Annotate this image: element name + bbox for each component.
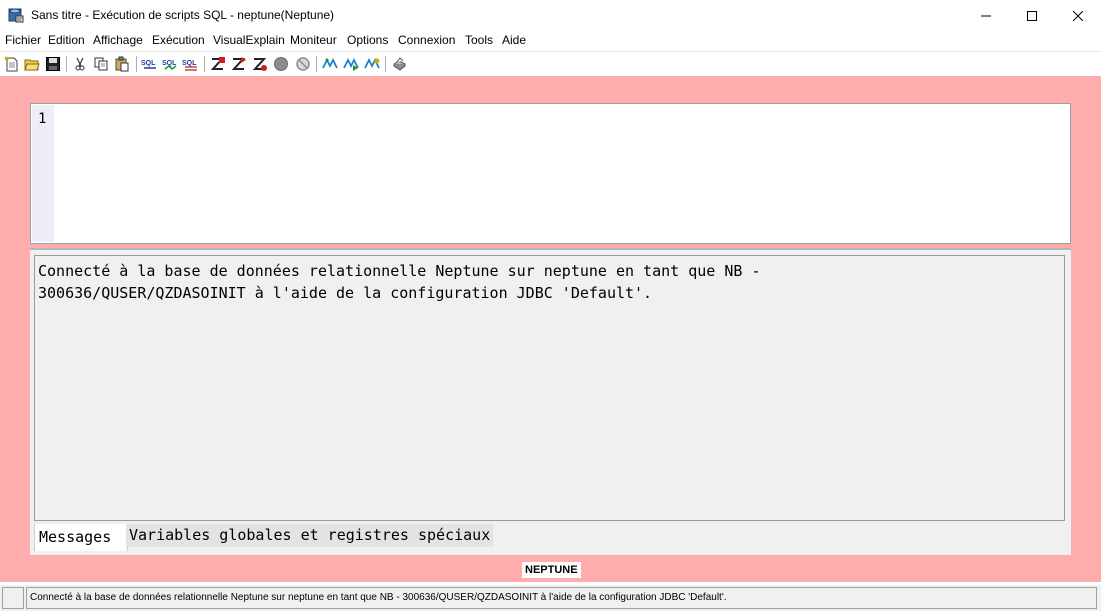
status-message-cell: Connecté à la base de données relationne… [26, 587, 1097, 609]
status-bar: Connecté à la base de données relationne… [0, 585, 1101, 611]
close-icon [1073, 10, 1083, 21]
toolbar-separator [136, 56, 137, 72]
app-database-icon[interactable] [8, 7, 24, 23]
menu-moniteur[interactable]: Moniteur [290, 33, 337, 47]
maximize-button[interactable] [1009, 0, 1055, 31]
tab-variables[interactable]: Variables globales et registres spéciaux [126, 524, 494, 547]
svg-text:SQL: SQL [141, 60, 156, 67]
menu-fichier[interactable]: Fichier [5, 33, 41, 47]
messages-area[interactable]: Connecté à la base de données relationne… [34, 255, 1065, 521]
connection-name-label: NEPTUNE [522, 562, 581, 578]
toolbar-separator [204, 56, 205, 72]
copy-icon[interactable] [92, 55, 110, 73]
minimize-button[interactable] [963, 0, 1009, 31]
cut-icon[interactable] [71, 55, 89, 73]
toolbar-separator [66, 56, 67, 72]
run-sql-selected-icon[interactable]: SQL [162, 55, 180, 73]
save-icon[interactable] [44, 55, 62, 73]
menu-options[interactable]: Options [347, 33, 388, 47]
title-bar: Sans titre - Exécution de scripts SQL - … [0, 0, 1101, 31]
new-document-icon[interactable] [3, 55, 21, 73]
menu-affichage[interactable]: Affichage [93, 33, 143, 47]
visual-explain-icon[interactable] [321, 55, 339, 73]
menu-edition[interactable]: Edition [48, 33, 85, 47]
print-icon[interactable] [390, 55, 408, 73]
explain-stop-icon[interactable] [251, 55, 269, 73]
menu-aide[interactable]: Aide [502, 33, 526, 47]
menu-tools[interactable]: Tools [465, 33, 493, 47]
tab-messages-label: Messages [39, 528, 112, 546]
menu-connexion[interactable]: Connexion [398, 33, 455, 47]
close-button[interactable] [1055, 0, 1101, 31]
tab-messages[interactable]: Messages [34, 524, 128, 551]
line-number: 1 [38, 111, 47, 127]
message-line: 300636/QUSER/QZDASOINIT à l'aide de la c… [38, 284, 653, 302]
line-number-gutter: 1 [32, 105, 54, 242]
status-text: Connecté à la base de données relationne… [30, 592, 727, 603]
maximize-icon [1027, 10, 1037, 21]
svg-text:SQL: SQL [182, 60, 197, 67]
run-sql-all-icon[interactable]: SQL [182, 55, 200, 73]
open-folder-icon[interactable] [23, 55, 41, 73]
paste-icon[interactable] [113, 55, 131, 73]
menu-visualexplain[interactable]: VisualExplain [213, 33, 285, 47]
toolbar-separator [316, 56, 317, 72]
visual-explain-run-icon[interactable] [342, 55, 360, 73]
explain-icon[interactable] [209, 55, 227, 73]
toolbar-separator [385, 56, 386, 72]
explain-run-icon[interactable] [230, 55, 248, 73]
results-panel: Connecté à la base de données relationne… [30, 248, 1071, 555]
sql-editor[interactable]: 1 [30, 103, 1071, 244]
menu-execution[interactable]: Exécution [152, 33, 205, 47]
run-sql-icon[interactable]: SQL [141, 55, 159, 73]
window-title: Sans titre - Exécution de scripts SQL - … [31, 8, 335, 22]
tab-variables-label: Variables globales et registres spéciaux [129, 526, 491, 544]
cancel-circle-icon[interactable] [294, 55, 312, 73]
minimize-icon [981, 15, 991, 16]
visual-explain-debug-icon[interactable] [363, 55, 381, 73]
menu-bar: Fichier Edition Affichage Exécution Visu… [0, 31, 1101, 52]
stop-circle-icon[interactable] [272, 55, 290, 73]
message-line: Connecté à la base de données relationne… [38, 262, 761, 280]
toolbar: SQL SQL SQL [0, 52, 1101, 76]
status-indicator [2, 587, 24, 609]
